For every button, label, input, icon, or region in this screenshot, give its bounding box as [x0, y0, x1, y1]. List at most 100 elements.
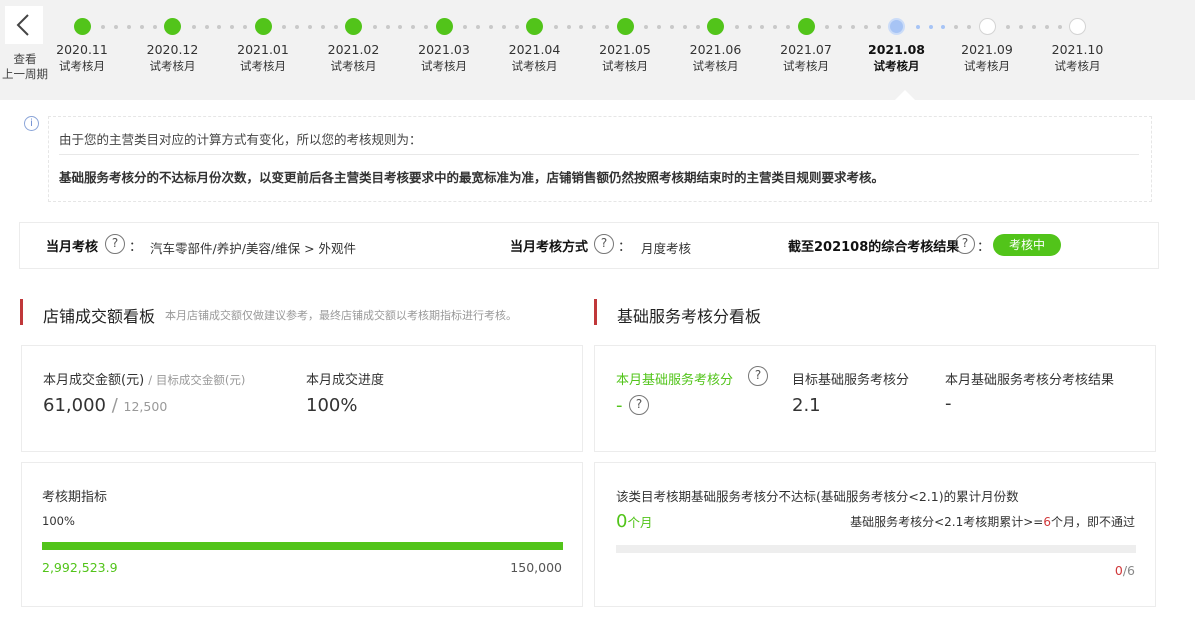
- period-progress-fill: [42, 542, 563, 550]
- timeline-item-2021-07[interactable]: 2021.07 试考核月: [766, 42, 846, 74]
- timeline-connector-dot: [657, 25, 662, 29]
- question-icon[interactable]: ?: [594, 234, 614, 254]
- timeline-status: 试考核月: [240, 59, 286, 73]
- timeline-connector-dot: [915, 25, 920, 29]
- timeline-connector-dot: [682, 25, 687, 29]
- timeline-status: 试考核月: [964, 59, 1010, 73]
- info-icon: i: [24, 116, 39, 131]
- timeline-connector-dot: [838, 25, 843, 29]
- timeline-status: 试考核月: [873, 59, 920, 73]
- timeline-connector-dot: [553, 25, 558, 29]
- timeline-connector-dot: [101, 25, 106, 29]
- timeline-dot-2021-08[interactable]: [888, 18, 905, 35]
- fail-months-title: 该类目考核期基础服务考核分不达标(基础服务考核分<2.1)的累计月份数: [616, 489, 1019, 504]
- timeline-connector-dot: [217, 25, 222, 29]
- previous-cycle-button[interactable]: [5, 6, 43, 44]
- target-label-text: / 目标成交金额(元): [148, 373, 246, 387]
- service-result-label: 本月基础服务考核分考核结果: [945, 373, 1115, 388]
- question-icon[interactable]: ?: [629, 395, 649, 415]
- notice-rule: 基础服务考核分的不达标月份次数，以变更前后各主营类目考核要求中的最宽标准为准，店…: [59, 170, 885, 185]
- timeline-dot-2021-03[interactable]: [435, 18, 453, 35]
- timeline-item-2021-01[interactable]: 2021.01 试考核月: [223, 42, 303, 74]
- overall-result-label: 截至202108的综合考核结果: [788, 240, 960, 255]
- timeline-month: 2021.07: [780, 42, 832, 57]
- monthly-amount-value: 61,000 / 12,500: [43, 395, 167, 416]
- fail-unit: 个月: [627, 515, 653, 530]
- timeline-connector-dot: [1019, 25, 1024, 29]
- timeline-status: 试考核月: [692, 59, 739, 73]
- colon: ：: [129, 240, 143, 255]
- timeline-dot-2021-10[interactable]: [1069, 18, 1086, 35]
- service-score-value: -: [616, 395, 623, 416]
- timeline-item-2021-03[interactable]: 2021.03 试考核月: [404, 42, 484, 74]
- timeline-connector-dot: [411, 25, 416, 29]
- timeline-item-2021-10[interactable]: 2021.10 试考核月: [1038, 42, 1118, 74]
- timeline-item-2021-02[interactable]: 2021.02 试考核月: [314, 42, 394, 74]
- timeline-dot-2020-11[interactable]: [73, 18, 91, 35]
- timeline-connector-dot: [566, 25, 571, 29]
- timeline-dot-2021-07[interactable]: [797, 18, 815, 35]
- timeline-item-2020-11[interactable]: 2020.11 试考核月: [42, 42, 122, 74]
- fail-count: 0: [616, 511, 628, 532]
- timeline-item-2021-05[interactable]: 2021.05 试考核月: [585, 42, 665, 74]
- sales-board-title: 店铺成交额看板: [43, 307, 156, 326]
- question-icon[interactable]: ?: [105, 234, 125, 254]
- timeline-item-2021-08[interactable]: 2021.08 试考核月: [857, 42, 937, 74]
- question-icon[interactable]: ?: [748, 366, 768, 386]
- timeline-connector-dot: [424, 25, 428, 29]
- amount-value: 61,000: [43, 395, 106, 416]
- timeline-connector-dot: [282, 25, 287, 29]
- timeline-month: 2020.11: [56, 42, 108, 57]
- timeline-connector-dot: [385, 25, 390, 29]
- timeline-dot-2021-05[interactable]: [616, 18, 634, 35]
- timeline-dot-2021-01[interactable]: [254, 18, 272, 35]
- timeline-connector-dot: [876, 25, 881, 29]
- timeline-item-2021-06[interactable]: 2021.06 试考核月: [676, 42, 756, 74]
- assessment-info-bar: 当月考核 ? ： 汽车零部件/养护/美容/维保 > 外观件 当月考核方式 ? ：…: [19, 222, 1159, 269]
- month-assessment-value: 汽车零部件/养护/美容/维保 > 外观件: [150, 241, 357, 256]
- target-value: 12,500: [123, 399, 168, 414]
- timeline-status: 试考核月: [59, 59, 105, 73]
- timeline-connector-dot: [592, 25, 597, 29]
- timeline-month: 2021.04: [508, 42, 561, 57]
- status-badge: 考核中: [993, 234, 1061, 256]
- timeline-status: 试考核月: [783, 59, 829, 73]
- timeline-month: 2021.02: [327, 42, 380, 57]
- timeline-connector-dot: [825, 25, 830, 29]
- rule-count: 6: [1043, 515, 1051, 529]
- timeline-connector-dot: [488, 25, 493, 29]
- timeline-dot-2020-12[interactable]: [164, 18, 181, 35]
- timeline-item-2021-04[interactable]: 2021.04 试考核月: [495, 42, 575, 74]
- rule-suffix: 个月，即不通过: [1050, 515, 1135, 529]
- service-target-value: 2.1: [792, 395, 821, 416]
- timeline-connector-dot: [760, 25, 765, 29]
- timeline-dot-2021-06[interactable]: [707, 18, 724, 35]
- service-result-value: -: [945, 393, 952, 414]
- timeline-connector-dot: [191, 25, 196, 29]
- timeline-connector-dot: [463, 25, 468, 29]
- question-icon[interactable]: ?: [955, 234, 975, 254]
- timeline-item-2020-12[interactable]: 2020.12 试考核月: [133, 42, 213, 74]
- timeline-status: 试考核月: [511, 59, 558, 73]
- fail-rule: 基础服务考核分<2.1考核期累计>=6个月，即不通过: [850, 513, 1135, 530]
- rule-prefix: 基础服务考核分<2.1考核期累计>=: [850, 515, 1044, 529]
- assessment-method-value: 月度考核: [641, 241, 692, 256]
- period-progress-bar: [42, 542, 563, 550]
- service-score-label: 本月基础服务考核分: [616, 373, 734, 388]
- fail-ratio: 0/6: [1115, 563, 1135, 578]
- period-target-card: 考核期指标 100% 2,992,523.9 150,000: [21, 462, 583, 607]
- slash: /: [111, 395, 118, 416]
- timeline-dot-2021-09[interactable]: [978, 18, 996, 35]
- timeline-month: 2021.06: [689, 42, 742, 57]
- timeline-dot-2021-04[interactable]: [526, 18, 543, 35]
- timeline-dot-2021-02[interactable]: [345, 18, 362, 35]
- timeline-connector-dot: [114, 25, 119, 29]
- timeline-connector-dot: [295, 25, 300, 29]
- timeline-connector-dot: [139, 25, 144, 29]
- timeline-item-2021-09[interactable]: 2021.09 试考核月: [947, 42, 1027, 74]
- service-target-label: 目标基础服务考核分: [792, 373, 910, 388]
- assessment-method-label: 当月考核方式: [510, 240, 589, 255]
- timeline-connector-dot: [398, 25, 403, 29]
- timeline-connector-dot: [243, 25, 247, 29]
- fail-progress-bar: [616, 545, 1136, 553]
